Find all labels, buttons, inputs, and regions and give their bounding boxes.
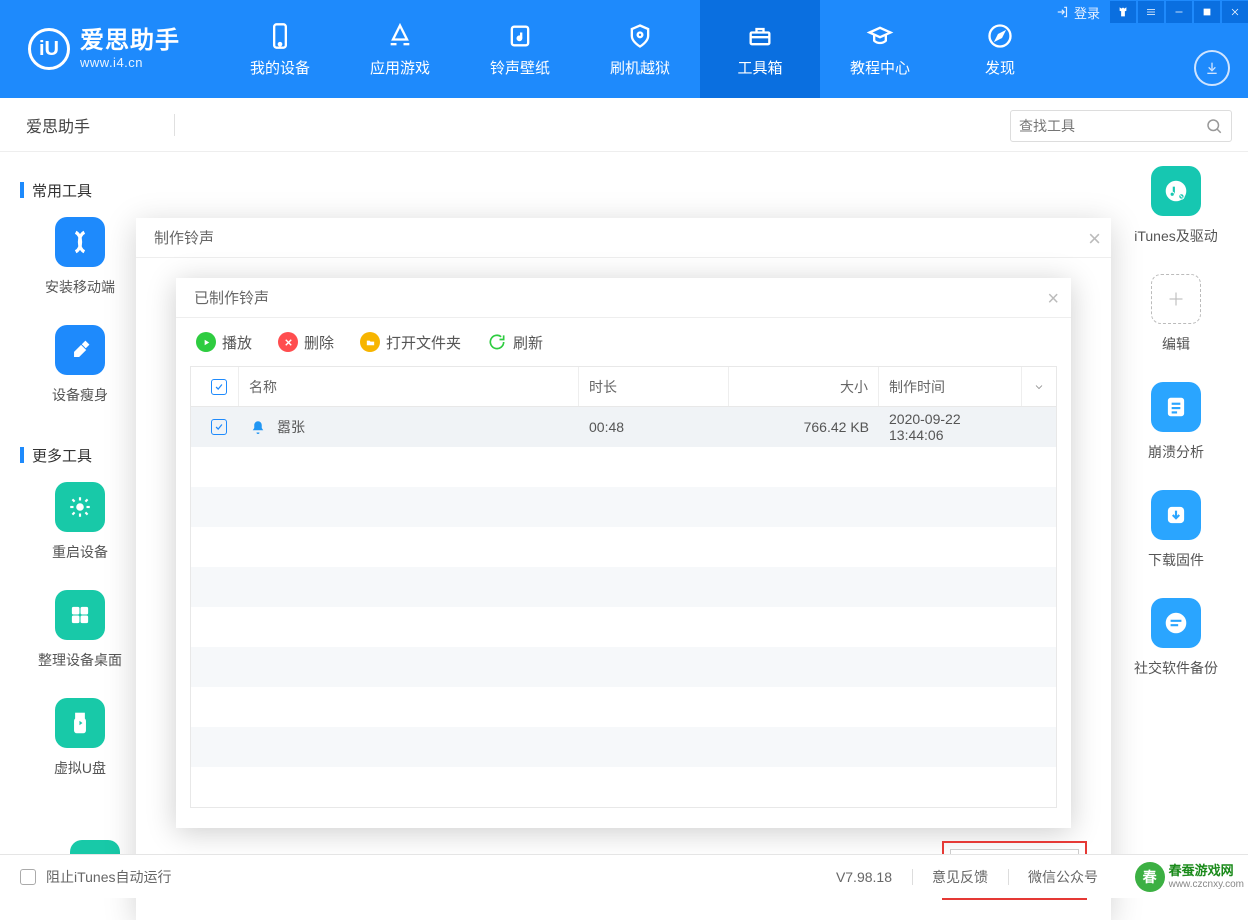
play-icon [196, 332, 216, 352]
row-size: 766.42 KB [729, 419, 879, 435]
wechat-link[interactable]: 微信公众号 [1028, 867, 1098, 887]
nav-jailbreak[interactable]: 刷机越狱 [580, 0, 700, 98]
modal2-toolbar: 播放 删除 打开文件夹 刷新 [176, 318, 1071, 366]
main-nav: 我的设备 应用游戏 铃声壁纸 刷机越狱 工具箱 教程中心 发现 [220, 0, 1060, 98]
statusbar: 阻止iTunes自动运行 V7.98.18 意见反馈 微信公众号 [0, 854, 1248, 898]
logo-area: iU 爱思助手 www.i4.cn [0, 0, 204, 98]
delete-icon [278, 332, 298, 352]
col-name[interactable]: 名称 [239, 367, 579, 406]
modal-made-ringtones: 已制作铃声 × 播放 删除 打开文件夹 [176, 278, 1071, 828]
table-row [191, 727, 1056, 767]
separator [174, 114, 175, 136]
breadcrumb: 爱思助手 [26, 113, 90, 137]
col-sort[interactable] [1022, 367, 1056, 406]
chevron-down-icon [1033, 381, 1045, 393]
bell-icon [249, 419, 267, 437]
maximize-button[interactable] [1194, 1, 1220, 23]
watermark-icon: 春 [1135, 862, 1165, 892]
brand-name: 爱思助手 [80, 28, 180, 54]
refresh-icon [487, 332, 507, 352]
block-itunes-checkbox[interactable] [20, 869, 36, 885]
peek-tiles [70, 840, 120, 854]
logo-icon: iU [28, 28, 70, 70]
skin-button[interactable] [1110, 1, 1136, 23]
open-folder-button[interactable]: 打开文件夹 [360, 332, 461, 353]
toolbox-icon [746, 21, 774, 51]
main-area: 爱思助手 常用工具 安装移动端 设备瘦身 更多工具 重启设备 整 [0, 98, 1248, 854]
search-icon [1205, 117, 1223, 135]
modal2-close[interactable]: × [1047, 288, 1059, 311]
table-row [191, 767, 1056, 807]
close-icon [1229, 6, 1241, 18]
modal2-title: 已制作铃声 [176, 278, 1071, 318]
table-row[interactable]: 嚣张 00:48 766.42 KB 2020-09-22 13:44:06 [191, 407, 1056, 447]
check-icon [214, 382, 224, 392]
nav-toolbox[interactable]: 工具箱 [700, 0, 820, 98]
version-label: V7.98.18 [836, 869, 892, 885]
header: iU 爱思助手 www.i4.cn 我的设备 应用游戏 铃声壁纸 刷机越狱 工具… [0, 0, 1248, 98]
download-indicator[interactable] [1194, 50, 1230, 86]
phone-icon [266, 21, 294, 51]
watermark: 春 春蚕游戏网 www.czcnxy.com [1135, 862, 1244, 892]
menu-icon [1145, 6, 1157, 18]
table-row [191, 487, 1056, 527]
search-box[interactable] [1010, 110, 1232, 142]
brand-url: www.i4.cn [80, 55, 180, 70]
login-icon [1056, 5, 1070, 19]
modal-make-ringtone: 制作铃声 × 已制作铃声 × 播放 删除 打开文件夹 [136, 218, 1111, 920]
nav-my-device[interactable]: 我的设备 [220, 0, 340, 98]
download-icon [1204, 60, 1220, 76]
overlay: 制作铃声 × 已制作铃声 × 播放 删除 打开文件夹 [0, 196, 1248, 810]
table-row [191, 527, 1056, 567]
login-button[interactable]: 登录 [1048, 3, 1108, 22]
nav-tutorials[interactable]: 教程中心 [820, 0, 940, 98]
row-checkbox[interactable] [211, 419, 227, 435]
logo-text: 爱思助手 www.i4.cn [80, 28, 180, 69]
play-button[interactable]: 播放 [196, 332, 252, 353]
block-itunes-label: 阻止iTunes自动运行 [46, 867, 172, 887]
nav-discover[interactable]: 发现 [940, 0, 1060, 98]
compass-icon [986, 21, 1014, 51]
maximize-icon [1201, 6, 1213, 18]
modal1-title: 制作铃声 [136, 218, 1111, 258]
minimize-button[interactable] [1166, 1, 1192, 23]
row-duration: 00:48 [579, 419, 729, 435]
table-row [191, 607, 1056, 647]
menu-button[interactable] [1138, 1, 1164, 23]
shirt-icon [1117, 6, 1129, 18]
shield-icon [626, 21, 654, 51]
row-created: 2020-09-22 13:44:06 [879, 411, 1022, 443]
appstore-icon [386, 21, 414, 51]
table-row [191, 567, 1056, 607]
col-size[interactable]: 大小 [729, 367, 879, 406]
table-row [191, 687, 1056, 727]
ringtone-table: 名称 时长 大小 制作时间 嚣张 00:48 766.42 KB 2020-09… [190, 366, 1057, 808]
table-row [191, 447, 1056, 487]
nav-apps[interactable]: 应用游戏 [340, 0, 460, 98]
col-checkbox[interactable] [191, 367, 239, 406]
table-header: 名称 时长 大小 制作时间 [191, 367, 1056, 407]
music-icon [506, 21, 534, 51]
delete-button[interactable]: 删除 [278, 332, 334, 353]
col-duration[interactable]: 时长 [579, 367, 729, 406]
refresh-button[interactable]: 刷新 [487, 332, 543, 353]
feedback-link[interactable]: 意见反馈 [932, 867, 988, 887]
modal1-close[interactable]: × [1088, 226, 1101, 252]
row-name: 嚣张 [277, 419, 305, 435]
minimize-icon [1173, 6, 1185, 18]
window-controls: 登录 [1048, 0, 1248, 24]
search-input[interactable] [1019, 118, 1205, 134]
graduation-icon [866, 21, 894, 51]
nav-ringtones[interactable]: 铃声壁纸 [460, 0, 580, 98]
folder-icon [360, 332, 380, 352]
table-row [191, 647, 1056, 687]
col-created[interactable]: 制作时间 [879, 367, 1022, 406]
close-button[interactable] [1222, 1, 1248, 23]
check-icon [214, 422, 224, 432]
